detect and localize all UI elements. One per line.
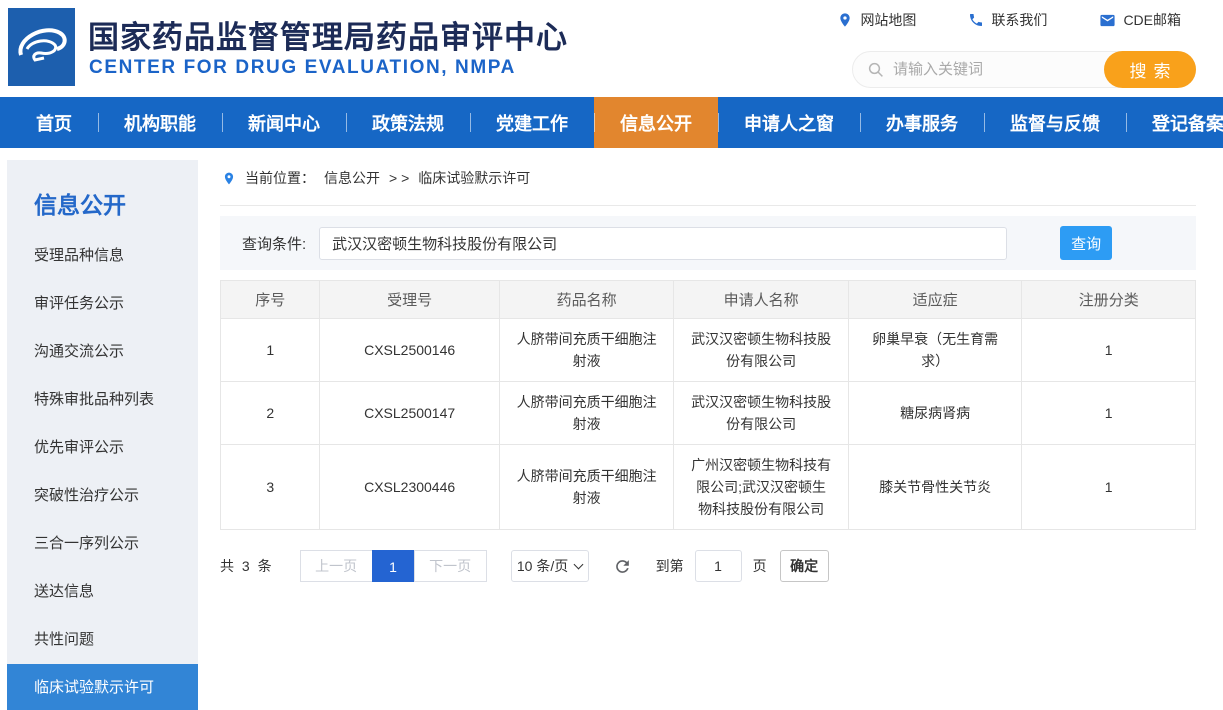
results-table: 序号 受理号 药品名称 申请人名称 适应症 注册分类 1 CXSL2500146…: [220, 280, 1196, 530]
cell-index: 3: [221, 445, 320, 530]
sitemap-label: 网站地图: [860, 10, 916, 30]
nav-item-supervision-feedback[interactable]: 监督与反馈: [984, 97, 1126, 148]
sidebar: 信息公开 受理品种信息 审评任务公示 沟通交流公示 特殊审批品种列表 优先审评公…: [7, 160, 198, 710]
site-subtitle: CENTER FOR DRUG EVALUATION, NMPA: [89, 57, 516, 79]
nav-item-policy[interactable]: 政策法规: [346, 97, 470, 148]
breadcrumb-section[interactable]: 信息公开: [324, 168, 380, 188]
next-page-button[interactable]: 下一页: [414, 550, 487, 582]
cell-index: 2: [221, 382, 320, 445]
goto-page-label: 到第: [656, 556, 684, 576]
cell-acceptance-no: CXSL2500147: [320, 382, 499, 445]
confirm-button[interactable]: 确定: [780, 550, 829, 582]
table-header-row: 序号 受理号 药品名称 申请人名称 适应症 注册分类: [221, 281, 1196, 319]
sidebar-item-clinical-trial-implied-license[interactable]: 临床试验默示许可: [7, 664, 198, 710]
col-applicant-name: 申请人名称: [674, 281, 849, 319]
page-size-select[interactable]: 10 条/页: [511, 550, 589, 582]
cell-acceptance-no: CXSL2500146: [320, 319, 499, 382]
cell-registration-category: 1: [1022, 319, 1196, 382]
sidebar-item-common-issues[interactable]: 共性问题: [7, 616, 198, 664]
cell-indication: 膝关节骨性关节炎: [848, 445, 1022, 530]
sitemap-link[interactable]: 网站地图: [837, 10, 916, 30]
goto-page-unit: 页: [753, 556, 767, 576]
sidebar-item-special-approval-list[interactable]: 特殊审批品种列表: [7, 376, 198, 424]
phone-icon: [968, 12, 984, 28]
location-pin-icon: [222, 170, 236, 187]
query-label: 查询条件:: [242, 233, 306, 254]
page-size-value: 10 条/页: [517, 556, 568, 576]
cell-drug-name: 人脐带间充质干细胞注射液: [499, 382, 674, 445]
sidebar-item-delivery-info[interactable]: 送达信息: [7, 568, 198, 616]
sidebar-title: 信息公开: [7, 160, 198, 232]
site-title: 国家药品监督管理局药品审评中心: [88, 12, 568, 57]
cde-logo: [8, 8, 75, 86]
cell-acceptance-no: CXSL2300446: [320, 445, 499, 530]
nav-item-home[interactable]: 首页: [10, 97, 98, 148]
contact-link[interactable]: 联系我们: [968, 10, 1047, 30]
sidebar-item-priority-review[interactable]: 优先审评公示: [7, 424, 198, 472]
nav-item-info-disclosure[interactable]: 信息公开: [594, 97, 718, 148]
prev-page-button[interactable]: 上一页: [300, 550, 373, 582]
nav-item-registration-platform[interactable]: 登记备案平台: [1126, 97, 1223, 148]
cell-applicant-name: 武汉汉密顿生物科技股份有限公司: [674, 382, 849, 445]
pagination: 共 3 条 上一页 1 下一页 10 条/页 到第 页 确定: [220, 550, 1196, 582]
col-index: 序号: [221, 281, 320, 319]
sidebar-item-communication[interactable]: 沟通交流公示: [7, 328, 198, 376]
table-row: 3 CXSL2300446 人脐带间充质干细胞注射液 广州汉密顿生物科技有限公司…: [221, 445, 1196, 530]
cell-registration-category: 1: [1022, 445, 1196, 530]
table-row: 2 CXSL2500147 人脐带间充质干细胞注射液 武汉汉密顿生物科技股份有限…: [221, 382, 1196, 445]
table-row: 1 CXSL2500146 人脐带间充质干细胞注射液 武汉汉密顿生物科技股份有限…: [221, 319, 1196, 382]
cell-applicant-name: 武汉汉密顿生物科技股份有限公司: [674, 319, 849, 382]
nav-item-applicant-window[interactable]: 申请人之窗: [718, 97, 860, 148]
top-links: 网站地图 联系我们 CDE邮箱: [837, 10, 1181, 30]
chevron-down-icon: [574, 559, 584, 569]
site-search: 搜索: [852, 51, 1196, 88]
search-icon: [867, 61, 885, 79]
refresh-icon[interactable]: [613, 557, 632, 576]
col-drug-name: 药品名称: [499, 281, 674, 319]
col-registration-category: 注册分类: [1022, 281, 1196, 319]
cell-drug-name: 人脐带间充质干细胞注射液: [499, 319, 674, 382]
mailbox-label: CDE邮箱: [1123, 10, 1181, 30]
cell-drug-name: 人脐带间充质干细胞注射液: [499, 445, 674, 530]
breadcrumb: 当前位置： 信息公开 > > 临床试验默示许可: [220, 160, 1196, 206]
col-indication: 适应症: [848, 281, 1022, 319]
total-count: 共 3 条: [220, 556, 274, 576]
sidebar-item-accepted-varieties[interactable]: 受理品种信息: [7, 232, 198, 280]
breadcrumb-current[interactable]: 临床试验默示许可: [418, 168, 530, 188]
col-acceptance-no: 受理号: [320, 281, 499, 319]
query-panel: 查询条件: 查询: [220, 216, 1196, 270]
query-input[interactable]: [319, 227, 1007, 260]
sidebar-item-three-in-one[interactable]: 三合一序列公示: [7, 520, 198, 568]
mail-icon: [1099, 12, 1116, 29]
breadcrumb-prefix: 当前位置：: [245, 168, 315, 188]
cell-applicant-name: 广州汉密顿生物科技有限公司;武汉汉密顿生物科技股份有限公司: [674, 445, 849, 530]
search-button[interactable]: 搜索: [1104, 51, 1196, 88]
search-input[interactable]: [885, 61, 1104, 78]
page-body: 信息公开 受理品种信息 审评任务公示 沟通交流公示 特殊审批品种列表 优先审评公…: [0, 148, 1223, 710]
sidebar-item-review-tasks[interactable]: 审评任务公示: [7, 280, 198, 328]
nav-item-services[interactable]: 办事服务: [860, 97, 984, 148]
cell-indication: 卵巢早衰（无生育需求）: [848, 319, 1022, 382]
map-pin-icon: [837, 12, 853, 28]
main-nav: 首页 机构职能 新闻中心 政策法规 党建工作 信息公开 申请人之窗 办事服务 监…: [0, 97, 1223, 148]
query-button[interactable]: 查询: [1060, 226, 1112, 260]
cell-indication: 糖尿病肾病: [848, 382, 1022, 445]
cell-index: 1: [221, 319, 320, 382]
cell-registration-category: 1: [1022, 382, 1196, 445]
breadcrumb-separator: > >: [389, 170, 409, 186]
nav-item-organization[interactable]: 机构职能: [98, 97, 222, 148]
contact-label: 联系我们: [991, 10, 1047, 30]
nav-item-news[interactable]: 新闻中心: [222, 97, 346, 148]
goto-page-input[interactable]: [695, 550, 742, 582]
site-header: 国家药品监督管理局药品审评中心 CENTER FOR DRUG EVALUATI…: [0, 0, 1223, 97]
nav-item-party-building[interactable]: 党建工作: [470, 97, 594, 148]
main-content: 当前位置： 信息公开 > > 临床试验默示许可 查询条件: 查询 序号 受理号 …: [220, 160, 1196, 582]
sidebar-item-breakthrough-therapy[interactable]: 突破性治疗公示: [7, 472, 198, 520]
mailbox-link[interactable]: CDE邮箱: [1099, 10, 1181, 30]
page-number-button[interactable]: 1: [372, 550, 415, 582]
